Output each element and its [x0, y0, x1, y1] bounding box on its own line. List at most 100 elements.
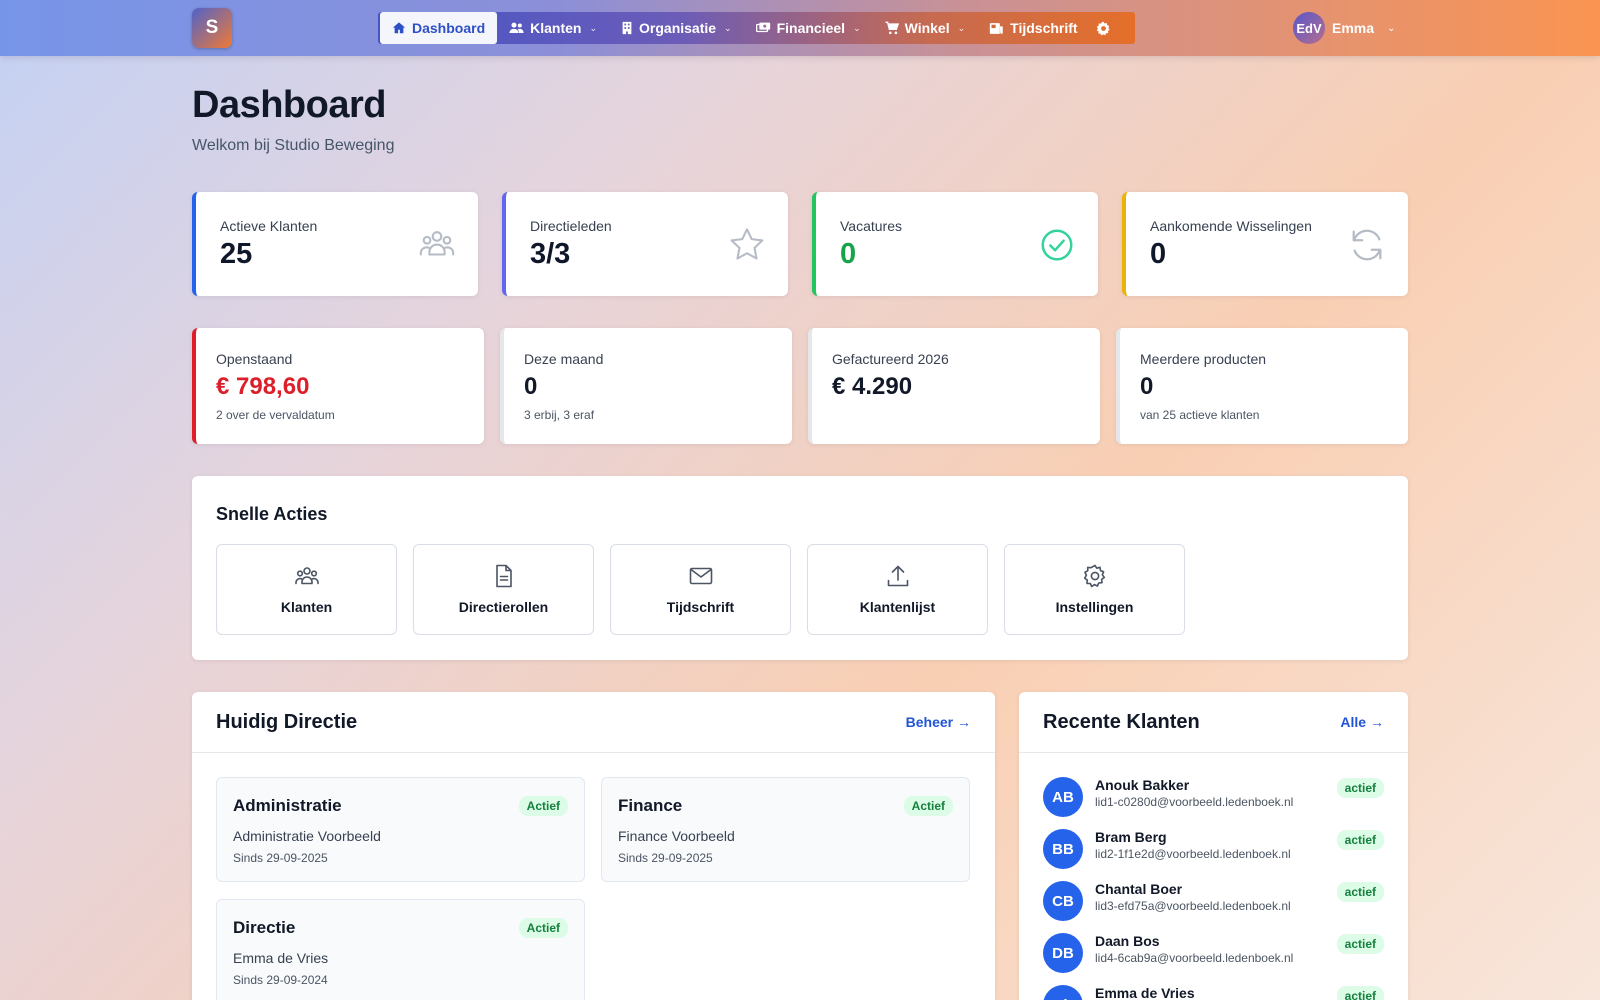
users-icon — [294, 567, 319, 585]
quick-action-klantenlijst[interactable]: Klantenlijst — [807, 544, 988, 635]
finance-card-meerdere-producten: Meerdere producten 0 van 25 actieve klan… — [1116, 328, 1408, 444]
nav-item-label: Klanten — [530, 20, 582, 36]
recent-clients-panel: Recente Klanten Alle → AB Anouk Bakker l… — [1019, 692, 1408, 1000]
nav-item-label: Organisatie — [639, 20, 717, 36]
avatar: DB — [1043, 933, 1083, 973]
avatar: CB — [1043, 881, 1083, 921]
role-name: Directie — [233, 918, 296, 937]
money-icon — [755, 22, 771, 34]
user-name: Emma — [1332, 20, 1375, 36]
chevron-down-icon: ⌄ — [1387, 22, 1396, 34]
alle-link[interactable]: Alle → — [1340, 714, 1384, 730]
mail-icon — [689, 567, 712, 585]
nav-item-financieel[interactable]: Financieel ⌄ — [744, 12, 873, 44]
list-item[interactable]: BB Bram Berg lid2-1f1e2d@voorbeeld.leden… — [1043, 829, 1384, 873]
stat-card-aankomende-wisselingen: Aankomende Wisselingen 0 — [1122, 192, 1408, 296]
top-navigation-bar: S Dashboard Klanten ⌄ Organisatie ⌄ Fina… — [0, 0, 1600, 56]
stat-value: 0 — [1150, 238, 1167, 270]
finance-card-deze-maand: Deze maand 0 3 erbij, 3 eraf — [500, 328, 792, 444]
list-item[interactable]: CB Chantal Boer lid3-efd75a@voorbeeld.le… — [1043, 881, 1384, 925]
nav-settings-button[interactable] — [1090, 12, 1125, 44]
status-badge: actief — [1336, 830, 1384, 850]
quick-action-directierollen[interactable]: Directierollen — [413, 544, 594, 635]
client-email: lid1-c0280d@voorbeeld.ledenboek.nl — [1095, 795, 1294, 809]
chevron-down-icon: ⌄ — [957, 22, 966, 33]
refresh-icon — [1352, 229, 1382, 261]
user-menu[interactable]: EdV Emma ⌄ — [1293, 12, 1395, 44]
page-title: Dashboard — [192, 84, 386, 126]
avatar: BB — [1043, 829, 1083, 869]
app-logo[interactable]: S — [192, 8, 232, 48]
finance-label: Meerdere producten — [1140, 351, 1267, 367]
finance-value: 0 — [1140, 373, 1154, 400]
stat-value: 3/3 — [530, 238, 571, 270]
chevron-down-icon: ⌄ — [589, 22, 598, 33]
nav-item-label: Tijdschrift — [1010, 20, 1078, 36]
nav-item-label: Dashboard — [412, 20, 486, 36]
stat-label: Actieve Klanten — [220, 218, 318, 234]
client-name: Anouk Bakker — [1095, 777, 1190, 793]
role-since: Sinds 29-09-2024 — [233, 973, 328, 987]
quick-action-instellingen[interactable]: Instellingen — [1004, 544, 1185, 635]
quick-action-klanten[interactable]: Klanten — [216, 544, 397, 635]
list-item[interactable]: DB Daan Bos lid4-6cab9a@voorbeeld.ledenb… — [1043, 933, 1384, 977]
quick-action-label: Klanten — [280, 599, 333, 615]
avatar: AB — [1043, 777, 1083, 817]
stat-label: Vacatures — [840, 218, 902, 234]
role-person: Finance Voorbeeld — [618, 828, 735, 844]
nav-item-organisatie[interactable]: Organisatie ⌄ — [609, 12, 744, 44]
users-icon — [419, 231, 455, 256]
client-name: Chantal Boer — [1095, 881, 1183, 897]
quick-action-tijdschrift[interactable]: Tijdschrift — [610, 544, 791, 635]
stat-value: 0 — [840, 238, 857, 270]
panel-title: Recente Klanten — [1043, 711, 1200, 733]
stat-card-vacatures: Vacatures 0 — [812, 192, 1098, 296]
role-since: Sinds 29-09-2025 — [233, 851, 328, 865]
upload-icon — [887, 565, 908, 587]
role-name: Finance — [618, 796, 683, 815]
finance-label: Deze maand — [524, 351, 604, 367]
gear-icon — [1083, 564, 1105, 588]
chevron-down-icon: ⌄ — [853, 22, 861, 33]
nav-item-tijdschrift[interactable]: Tijdschrift — [977, 12, 1089, 44]
check-circle-icon — [1041, 229, 1073, 261]
role-card-directie[interactable]: Directie Actief Emma de Vries Sinds 29-0… — [216, 899, 585, 1000]
stat-label: Directieleden — [530, 218, 612, 234]
avatar: EdV — [1293, 12, 1325, 44]
chevron-down-icon: ⌄ — [724, 22, 732, 33]
list-item[interactable]: AB Anouk Bakker lid1-c0280d@voorbeeld.le… — [1043, 777, 1384, 821]
gear-icon — [1096, 21, 1111, 36]
stat-card-actieve-klanten: Actieve Klanten 25 — [192, 192, 478, 296]
beheer-link[interactable]: Beheer → — [906, 714, 971, 730]
finance-note: 3 erbij, 3 eraf — [524, 408, 595, 422]
panel-header: Recente Klanten Alle → — [1019, 692, 1408, 753]
finance-note: 2 over de vervaldatum — [216, 408, 335, 422]
role-person: Administratie Voorbeeld — [233, 828, 381, 844]
quick-action-label: Instellingen — [1055, 599, 1134, 615]
stat-value: 25 — [220, 238, 253, 270]
status-badge: Actief — [903, 796, 953, 816]
status-badge: actief — [1336, 986, 1384, 1000]
nav-item-dashboard[interactable]: Dashboard — [380, 12, 498, 44]
star-icon — [730, 228, 764, 260]
stat-label: Aankomende Wisselingen — [1150, 218, 1312, 234]
client-name: Bram Berg — [1095, 829, 1167, 845]
nav-item-winkel[interactable]: Winkel ⌄ — [873, 12, 978, 44]
role-card-administratie[interactable]: Administratie Actief Administratie Voorb… — [216, 777, 585, 882]
quick-action-label: Directierollen — [458, 599, 549, 615]
client-email: lid4-6cab9a@voorbeeld.ledenboek.nl — [1095, 951, 1294, 965]
nav-item-klanten[interactable]: Klanten ⌄ — [497, 12, 609, 44]
role-card-finance[interactable]: Finance Actief Finance Voorbeeld Sinds 2… — [601, 777, 970, 882]
building-icon — [621, 21, 633, 35]
panel-header: Huidig Directie Beheer → — [192, 692, 995, 753]
newspaper-icon — [989, 22, 1004, 35]
role-name: Administratie — [233, 796, 342, 815]
nav-item-label: Winkel — [904, 20, 950, 36]
nav-item-label: Financieel — [776, 20, 846, 36]
list-item[interactable]: EdV Emma de Vries actief — [1043, 985, 1384, 1000]
client-name: Emma de Vries — [1095, 985, 1195, 1000]
users-icon — [509, 21, 524, 35]
quick-action-label: Klantenlijst — [859, 599, 936, 615]
client-name: Daan Bos — [1095, 933, 1160, 949]
status-badge: actief — [1336, 934, 1384, 954]
